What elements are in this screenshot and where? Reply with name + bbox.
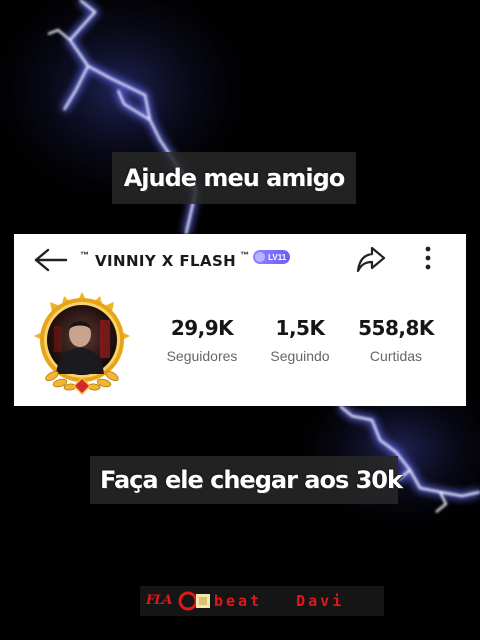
watermark-word-2: Davi xyxy=(296,592,345,610)
profile-title: ™ VINNIY X FLASH ™ LV11 xyxy=(80,248,291,274)
more-options-button[interactable] xyxy=(418,242,438,276)
level-badge-icon xyxy=(255,252,266,262)
watermark: FLA beat Davi xyxy=(140,586,384,616)
vertical-dots-icon xyxy=(425,246,431,270)
followers-count: 29,9K xyxy=(170,316,234,340)
stat-followers[interactable]: 29,9K Seguidores xyxy=(152,316,252,364)
stat-following[interactable]: 1,5K Seguindo xyxy=(250,316,350,364)
avatar[interactable] xyxy=(30,290,134,398)
trademark-right: ™ xyxy=(240,250,250,260)
likes-label: Curtidas xyxy=(369,348,423,364)
level-badge[interactable]: LV11 xyxy=(253,250,291,264)
level-badge-text: LV11 xyxy=(268,252,287,262)
arrow-left-icon xyxy=(34,248,68,272)
followers-label: Seguidores xyxy=(166,348,238,364)
likes-count: 558,8K xyxy=(358,316,434,340)
following-count: 1,5K xyxy=(275,316,325,340)
watermark-logo: FLA xyxy=(144,590,214,612)
back-button[interactable] xyxy=(30,242,70,278)
trademark-left: ™ xyxy=(80,250,89,260)
profile-card: ™ VINNIY X FLASH ™ LV11 29,9K Seguidores… xyxy=(14,234,466,406)
watermark-word-1: beat xyxy=(214,592,263,610)
stat-likes[interactable]: 558,8K Curtidas xyxy=(346,316,446,364)
gold-laurel-frame xyxy=(34,292,130,396)
following-label: Seguindo xyxy=(270,348,330,364)
caption-bottom: Faça ele chegar aos 30k xyxy=(90,456,403,504)
username: VINNIY X FLASH xyxy=(95,252,237,270)
caption-top: Ajude meu amigo xyxy=(112,152,356,204)
share-arrow-icon xyxy=(356,246,386,273)
share-button[interactable] xyxy=(354,242,388,276)
flashback-logo-icon xyxy=(178,591,210,611)
